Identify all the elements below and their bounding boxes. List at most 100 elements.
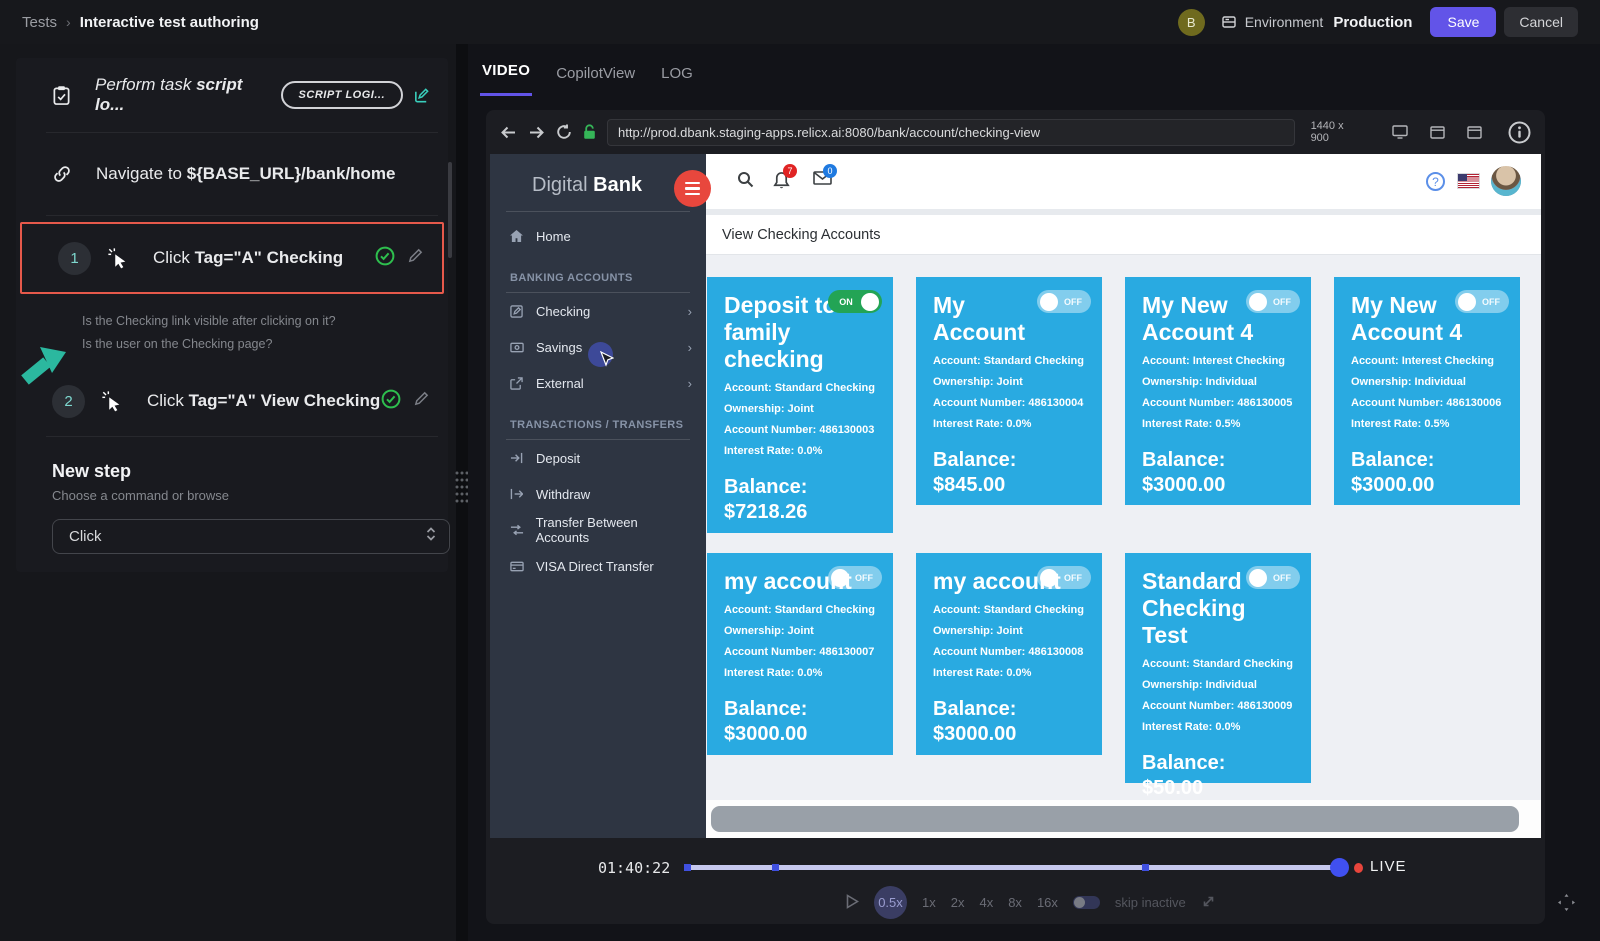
command-select[interactable]: Click — [52, 519, 450, 554]
toggle-label: OFF — [1476, 297, 1506, 307]
account-toggle[interactable]: OFF — [1246, 290, 1300, 313]
user-avatar[interactable] — [1491, 166, 1521, 196]
account-card-486130006[interactable]: OFF My New Account 4 Account: Interest C… — [1334, 277, 1520, 505]
click-cursor-icon — [107, 247, 129, 269]
step-2-click-view-checking[interactable]: 2 Click Tag="A" View Checking — [16, 366, 448, 436]
timeline-marker[interactable] — [772, 864, 779, 871]
speed-8x[interactable]: 8x — [1008, 895, 1022, 910]
account-card-486130005[interactable]: OFF My New Account 4 Account: Interest C… — [1125, 277, 1311, 505]
bank-nav-home[interactable]: Home — [490, 218, 706, 254]
timeline-track[interactable] — [684, 865, 1340, 870]
account-ownership: Ownership: Joint — [724, 403, 876, 415]
scrollbar-thumb[interactable] — [711, 806, 1519, 832]
cancel-button[interactable]: Cancel — [1504, 7, 1578, 37]
account-toggle[interactable]: OFF — [1455, 290, 1509, 313]
step-1-click-checking[interactable]: 1 Click Tag="A" Checking — [20, 222, 444, 294]
checking-icon — [510, 305, 536, 318]
menu-toggle-button[interactable] — [674, 170, 711, 207]
tab-copilotview[interactable]: CopilotView — [554, 59, 637, 96]
window-small-icon[interactable] — [1467, 126, 1482, 139]
panel-scrollbar[interactable] — [448, 162, 452, 258]
speed-2x[interactable]: 2x — [951, 895, 965, 910]
bank-nav-deposit[interactable]: Deposit — [490, 440, 706, 476]
recorded-cursor-icon — [600, 351, 614, 372]
link-icon — [52, 164, 72, 184]
account-toggle[interactable]: OFF — [828, 566, 882, 589]
account-toggle[interactable]: OFF — [1037, 566, 1091, 589]
panel-resize-handle[interactable] — [456, 44, 468, 941]
account-card-486130008[interactable]: OFF my account Account: Standard Checkin… — [916, 553, 1102, 755]
step-passed-icon — [375, 246, 395, 271]
playback-controls: 0.5x 1x 2x 4x 8x 16x skip inactive — [846, 886, 1216, 919]
forward-icon[interactable] — [528, 125, 545, 140]
savings-icon — [510, 342, 536, 353]
messages-icon[interactable]: 0 — [813, 171, 832, 185]
bank-nav-visa[interactable]: VISA Direct Transfer — [490, 548, 706, 584]
steps-card: Perform task script lo... SCRIPT LOGI...… — [16, 58, 448, 572]
divider — [506, 211, 690, 212]
task-step-row[interactable]: Perform task script lo... SCRIPT LOGI... — [16, 58, 448, 132]
resize-corner-icon[interactable] — [1558, 894, 1575, 916]
help-icon[interactable]: ? — [1426, 172, 1445, 191]
bank-logo[interactable]: Digital Bank — [490, 154, 706, 211]
monitor-icon[interactable] — [1392, 125, 1408, 139]
script-login-badge[interactable]: SCRIPT LOGI... — [281, 81, 403, 109]
toggle-knob — [831, 569, 849, 587]
url-bar[interactable]: http://prod.dbank.staging-apps.relicx.ai… — [607, 119, 1295, 146]
account-number: Account Number: 486130003 — [724, 424, 876, 436]
edit-script-icon[interactable] — [413, 87, 430, 104]
breadcrumb-tests[interactable]: Tests — [22, 14, 57, 31]
language-flag-icon[interactable] — [1458, 174, 1479, 188]
account-rate: Interest Rate: 0.5% — [1142, 418, 1294, 430]
account-card-486130009[interactable]: OFF Standard Checking Test Account: Stan… — [1125, 553, 1311, 783]
live-label: LIVE — [1370, 858, 1407, 875]
click-cursor-icon — [101, 390, 123, 412]
toggle-label: OFF — [1058, 297, 1088, 307]
account-rate: Interest Rate: 0.0% — [933, 667, 1085, 679]
notifications-bell-icon[interactable]: 7 — [773, 171, 790, 190]
tab-log[interactable]: LOG — [659, 59, 695, 96]
save-button[interactable]: Save — [1430, 7, 1496, 37]
account-card-486130003[interactable]: ON Deposit to family checking Account: S… — [707, 277, 893, 533]
bank-nav-transfer[interactable]: Transfer Between Accounts — [490, 512, 706, 548]
reload-icon[interactable] — [556, 124, 572, 140]
timeline-handle[interactable] — [1330, 858, 1349, 877]
breadcrumb-separator: › — [66, 14, 71, 30]
speed-16x[interactable]: 16x — [1037, 895, 1058, 910]
bank-nav-checking[interactable]: Checking › — [490, 293, 706, 329]
skip-inactive-toggle[interactable] — [1073, 896, 1100, 909]
speed-4x[interactable]: 4x — [979, 895, 993, 910]
step-2-target: Tag="A" View Checking — [189, 391, 381, 410]
play-icon[interactable] — [846, 894, 859, 912]
fullscreen-icon[interactable] — [1201, 894, 1216, 912]
window-icon[interactable] — [1430, 126, 1445, 139]
back-icon[interactable] — [500, 125, 517, 140]
bank-nav-withdraw[interactable]: Withdraw — [490, 476, 706, 512]
speed-1x[interactable]: 1x — [922, 895, 936, 910]
account-toggle[interactable]: OFF — [1246, 566, 1300, 589]
account-toggle[interactable]: ON — [828, 290, 882, 313]
account-number: Account Number: 486130007 — [724, 646, 876, 658]
account-card-486130007[interactable]: OFF my account Account: Standard Checkin… — [707, 553, 893, 755]
info-icon[interactable] — [1508, 121, 1531, 144]
chevron-right-icon: › — [688, 376, 692, 391]
viewport-hscrollbar[interactable] — [706, 800, 1541, 838]
chevron-right-icon: › — [688, 340, 692, 355]
tab-video[interactable]: VIDEO — [480, 56, 532, 96]
avatar[interactable]: B — [1178, 9, 1205, 36]
skip-inactive-label: skip inactive — [1115, 895, 1186, 910]
navigate-step-row[interactable]: Navigate to ${BASE_URL}/bank/home — [16, 133, 448, 215]
edit-step-icon[interactable] — [413, 390, 430, 412]
account-card-486130004[interactable]: OFF My Account Account: Standard Checkin… — [916, 277, 1102, 505]
step-1-action: Click — [153, 248, 195, 267]
speed-0.5x[interactable]: 0.5x — [874, 886, 907, 919]
edit-step-icon[interactable] — [407, 247, 424, 269]
environment-value[interactable]: Production — [1333, 14, 1412, 31]
bank-nav-external[interactable]: External › — [490, 365, 706, 401]
account-number: Account Number: 486130008 — [933, 646, 1085, 658]
search-icon[interactable] — [737, 171, 754, 188]
bank-nav-transfer-label: Transfer Between Accounts — [536, 515, 692, 545]
timeline-marker[interactable] — [684, 864, 691, 871]
timeline-marker[interactable] — [1142, 864, 1149, 871]
account-toggle[interactable]: OFF — [1037, 290, 1091, 313]
